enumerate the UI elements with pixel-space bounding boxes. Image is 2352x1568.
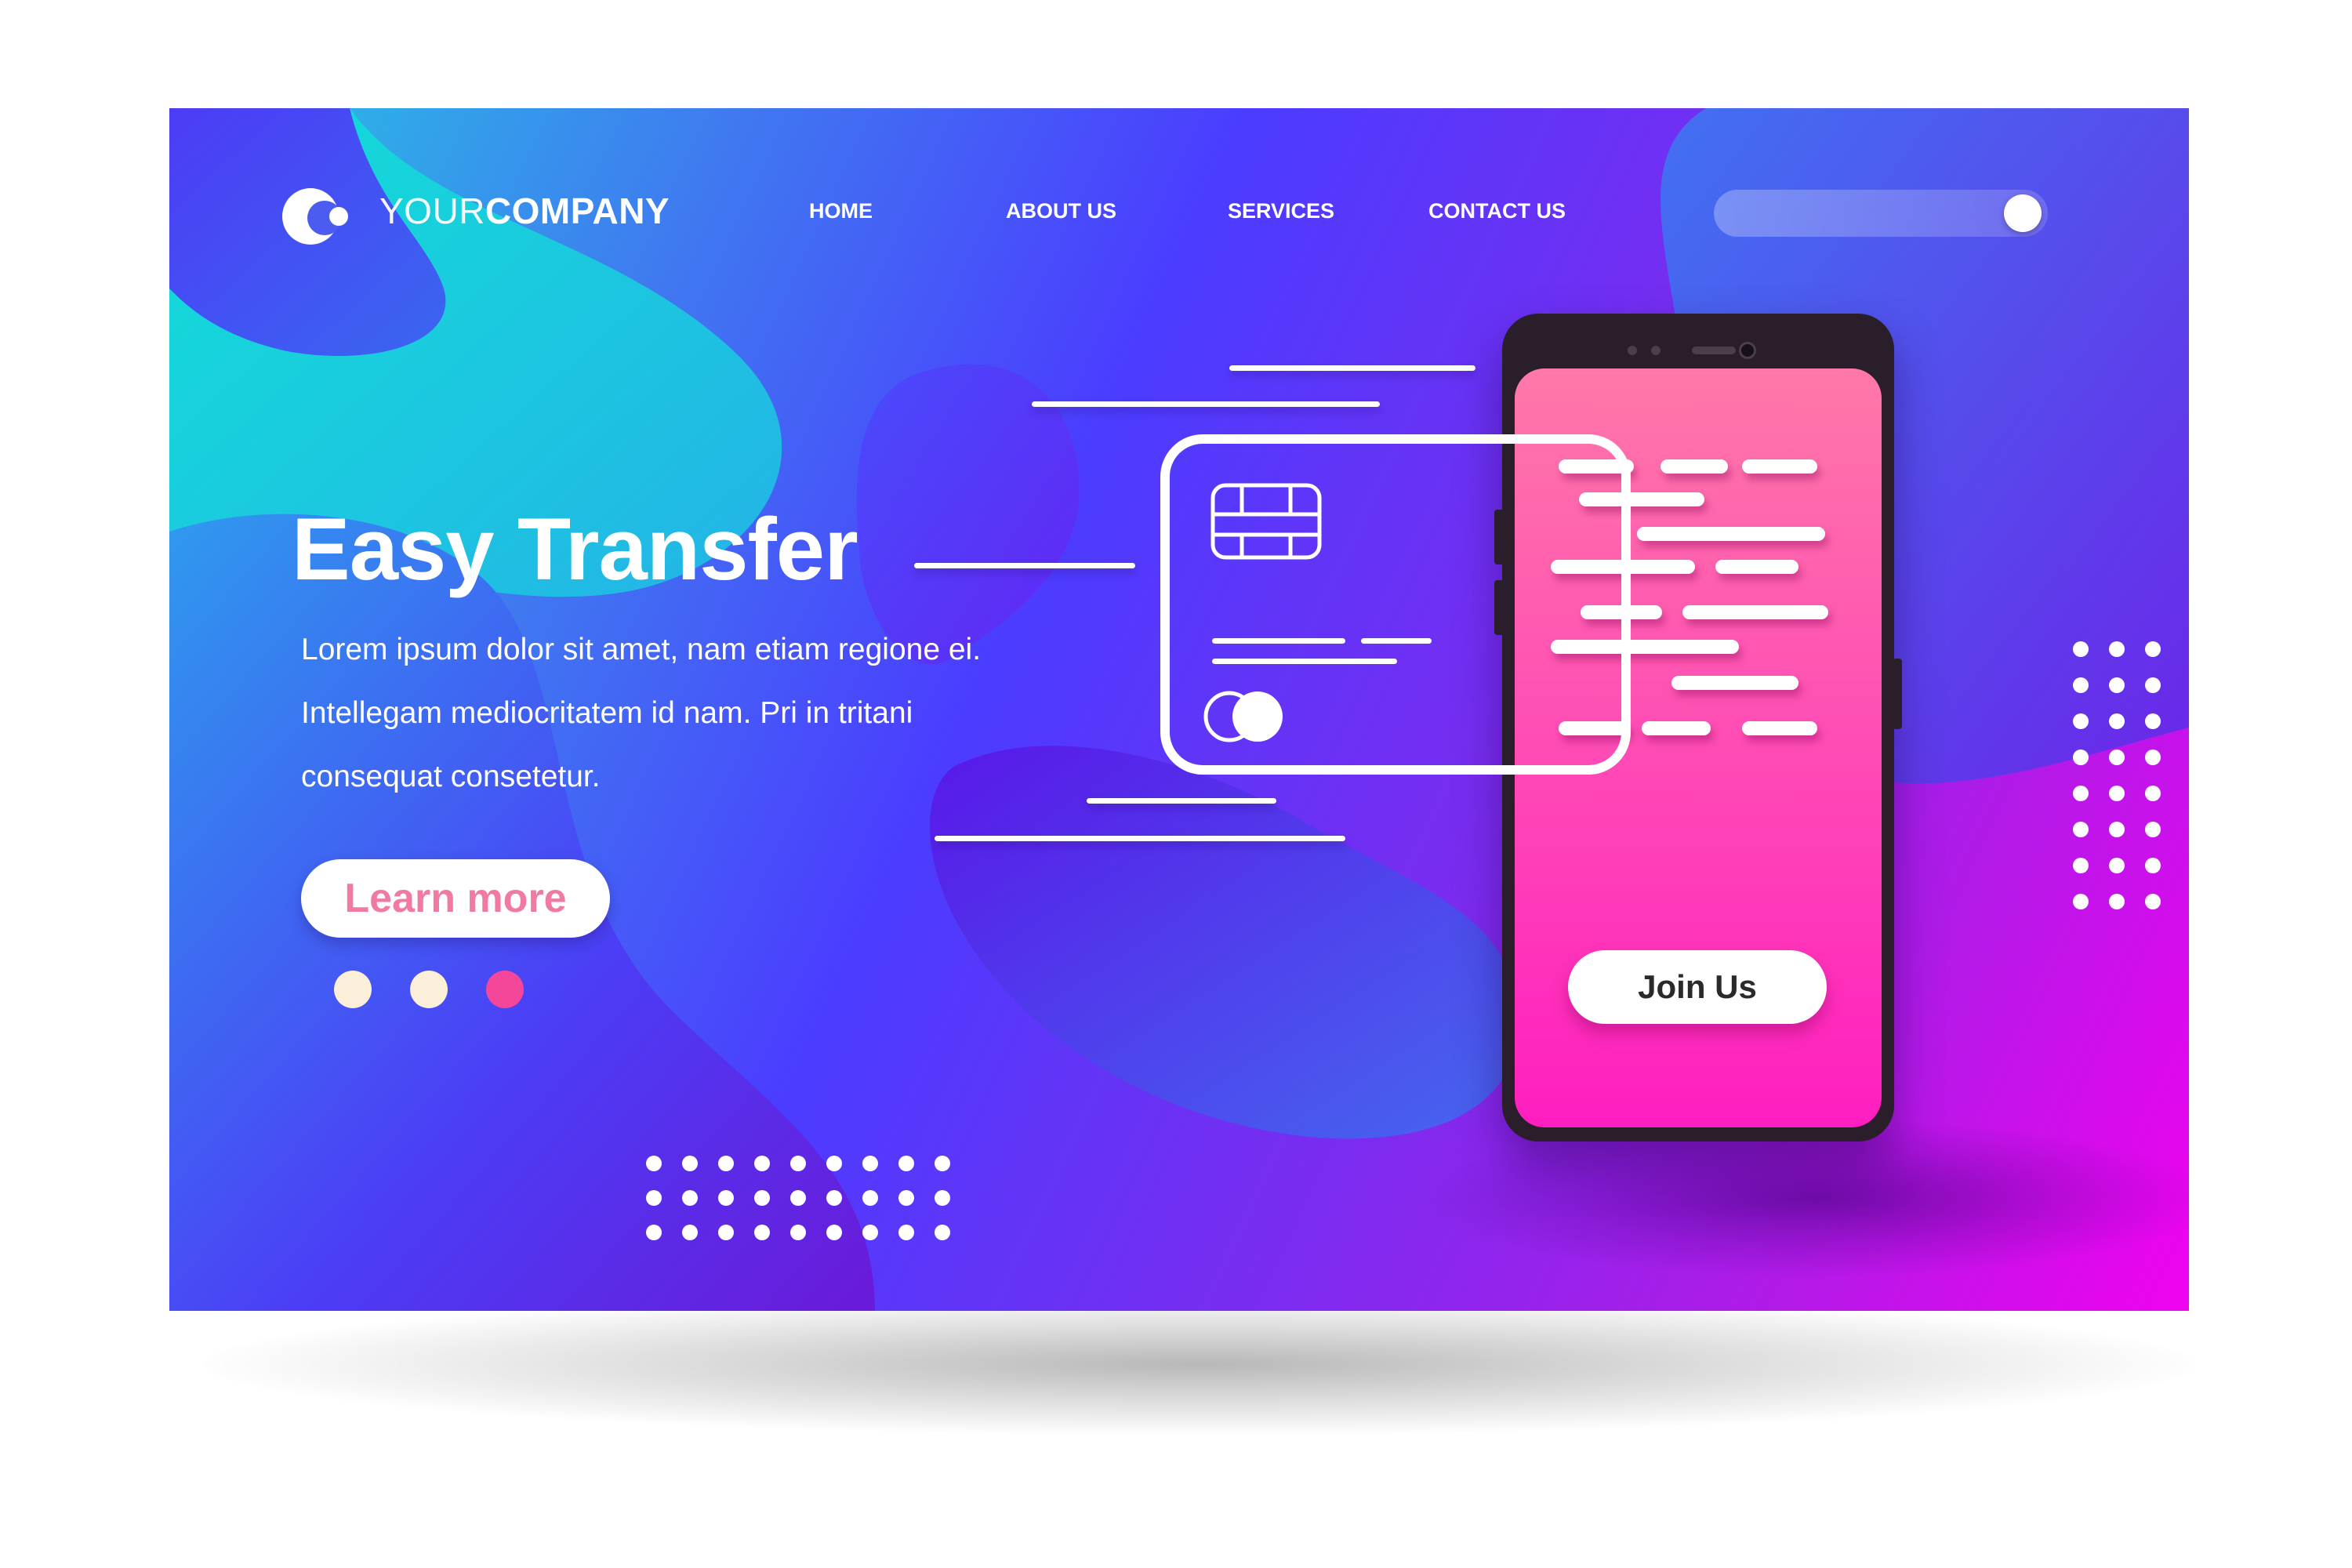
hero-title: Easy Transfer — [292, 500, 858, 598]
decorative-dot — [2145, 713, 2161, 729]
card-chip-icon — [1210, 483, 1322, 560]
decorative-dot — [790, 1225, 806, 1240]
speed-line — [1229, 365, 1475, 371]
decorative-dot — [935, 1156, 950, 1171]
logo-icon[interactable] — [279, 185, 365, 248]
card-number-line — [1212, 638, 1345, 644]
decorative-dot — [2073, 750, 2089, 765]
decorative-dot — [2145, 786, 2161, 801]
slide-dot[interactable] — [410, 971, 448, 1008]
speed-line — [1087, 798, 1276, 804]
decorative-dot — [718, 1225, 734, 1240]
decorative-dot — [2145, 750, 2161, 765]
decorative-dot — [2109, 858, 2125, 873]
decorative-dot-grid — [646, 1156, 950, 1240]
decorative-dot — [862, 1225, 878, 1240]
decorative-dot — [682, 1156, 698, 1171]
decorative-dot — [2073, 858, 2089, 873]
decorative-dot — [718, 1190, 734, 1206]
slide-dot[interactable] — [334, 971, 372, 1008]
text-line — [1715, 560, 1798, 574]
speed-line — [914, 563, 1135, 568]
speed-line — [935, 836, 1345, 841]
decorative-dot — [646, 1225, 662, 1240]
decorative-dot — [2109, 750, 2125, 765]
brand-suffix: COMPANY — [485, 191, 670, 231]
hero-body-text: Lorem ipsum dolor sit amet, nam etiam re… — [301, 633, 982, 793]
decorative-dot — [2109, 822, 2125, 837]
decorative-dot — [2073, 894, 2089, 909]
decorative-dot — [754, 1225, 770, 1240]
nav-contact-us[interactable]: CONTACT US — [1428, 199, 1566, 223]
phone-sensor — [1628, 346, 1637, 355]
decorative-dot — [862, 1156, 878, 1171]
nav-services[interactable]: SERVICES — [1228, 199, 1334, 223]
decorative-dot — [754, 1190, 770, 1206]
decorative-dot — [790, 1190, 806, 1206]
decorative-dot — [646, 1190, 662, 1206]
decorative-dot — [2109, 894, 2125, 909]
decorative-dot — [898, 1225, 914, 1240]
decorative-dot — [2109, 641, 2125, 657]
decorative-dot — [898, 1190, 914, 1206]
text-line — [1642, 721, 1711, 735]
brand-prefix: YOUR — [379, 191, 485, 231]
decorative-dot — [2145, 894, 2161, 909]
phone-shadow — [1424, 1120, 2189, 1276]
phone-side-button — [1893, 659, 1902, 729]
text-line — [1742, 459, 1817, 474]
brand-name[interactable]: YOURCOMPANY — [379, 190, 670, 232]
decorative-dot — [790, 1156, 806, 1171]
phone-sensor — [1651, 346, 1661, 355]
decorative-dot — [898, 1156, 914, 1171]
join-us-button[interactable]: Join Us — [1568, 950, 1827, 1024]
decorative-dot — [2145, 858, 2161, 873]
text-line — [1682, 605, 1828, 619]
decorative-dot — [2073, 786, 2089, 801]
page-shadow — [204, 1294, 2195, 1435]
search-knob-icon[interactable] — [2004, 194, 2042, 232]
speed-line — [1032, 401, 1380, 407]
decorative-dot — [2073, 713, 2089, 729]
decorative-dot — [754, 1156, 770, 1171]
decorative-dot — [682, 1225, 698, 1240]
decorative-dot — [826, 1225, 842, 1240]
decorative-dot — [2145, 677, 2161, 693]
decorative-dot — [2109, 677, 2125, 693]
search-toggle[interactable] — [1714, 190, 2048, 237]
text-line — [1671, 676, 1798, 690]
decorative-dot — [682, 1190, 698, 1206]
decorative-dot — [826, 1156, 842, 1171]
decorative-dot — [718, 1156, 734, 1171]
decorative-dot — [2073, 677, 2089, 693]
decorative-dot — [862, 1190, 878, 1206]
decorative-dot — [2073, 641, 2089, 657]
landing-page: YOURCOMPANY HOME ABOUT US SERVICES CONTA… — [169, 108, 2189, 1311]
decorative-dot — [2109, 786, 2125, 801]
decorative-dot — [935, 1225, 950, 1240]
slide-dot-active[interactable] — [486, 971, 524, 1008]
decorative-dot-grid — [2073, 641, 2161, 909]
decorative-dot — [2145, 822, 2161, 837]
text-line — [1661, 459, 1728, 474]
decorative-dot — [646, 1156, 662, 1171]
nav-about-us[interactable]: ABOUT US — [1006, 199, 1116, 223]
phone-camera — [1739, 342, 1756, 359]
decorative-dot — [2073, 822, 2089, 837]
learn-more-button[interactable]: Learn more — [301, 859, 610, 938]
text-line — [1742, 721, 1817, 735]
text-line — [1637, 527, 1825, 541]
card-number-line — [1361, 638, 1432, 644]
decorative-dot — [2145, 641, 2161, 657]
card-brand-icon — [1203, 691, 1283, 742]
decorative-dot — [2109, 713, 2125, 729]
decorative-dot — [935, 1190, 950, 1206]
nav-home[interactable]: HOME — [809, 199, 873, 223]
card-name-line — [1212, 659, 1397, 664]
decorative-dot — [826, 1190, 842, 1206]
phone-speaker — [1692, 347, 1736, 354]
